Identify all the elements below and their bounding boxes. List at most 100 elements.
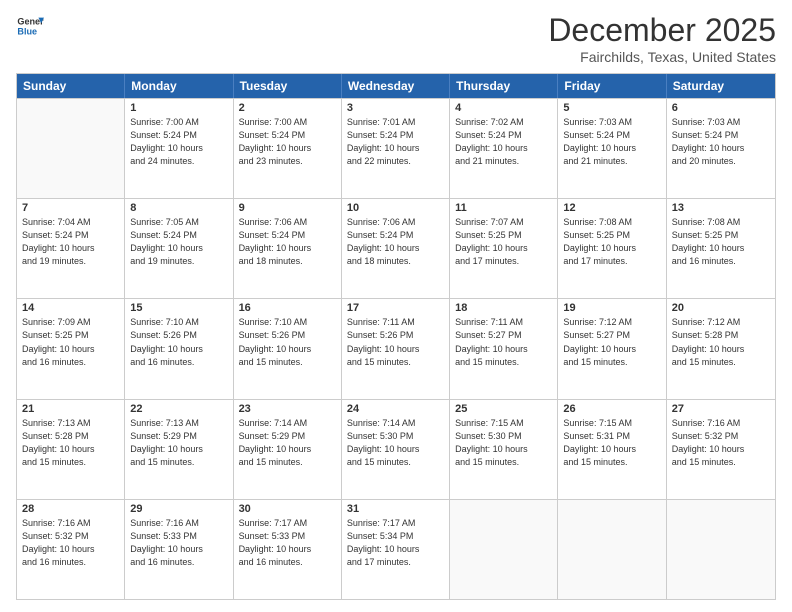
cell-info: Sunrise: 7:14 AMSunset: 5:29 PMDaylight:… (239, 417, 336, 469)
day-header-sunday: Sunday (17, 74, 125, 98)
calendar-cell-18: 18 Sunrise: 7:11 AMSunset: 5:27 PMDayligh… (450, 299, 558, 398)
calendar-row-2: 7 Sunrise: 7:04 AMSunset: 5:24 PMDaylight… (17, 198, 775, 298)
day-header-thursday: Thursday (450, 74, 558, 98)
cell-info: Sunrise: 7:08 AMSunset: 5:25 PMDaylight:… (563, 216, 660, 268)
cell-info: Sunrise: 7:10 AMSunset: 5:26 PMDaylight:… (130, 316, 227, 368)
page: General Blue December 2025 Fairchilds, T… (0, 0, 792, 612)
cell-date-number: 19 (563, 302, 660, 314)
calendar-cell-empty-4-4 (450, 500, 558, 599)
cell-date-number: 23 (239, 403, 336, 415)
cell-date-number: 15 (130, 302, 227, 314)
cell-info: Sunrise: 7:13 AMSunset: 5:29 PMDaylight:… (130, 417, 227, 469)
calendar-header: SundayMondayTuesdayWednesdayThursdayFrid… (17, 74, 775, 98)
cell-date-number: 31 (347, 503, 444, 515)
calendar-cell-9: 9 Sunrise: 7:06 AMSunset: 5:24 PMDaylight… (234, 199, 342, 298)
cell-date-number: 17 (347, 302, 444, 314)
calendar-cell-31: 31 Sunrise: 7:17 AMSunset: 5:34 PMDayligh… (342, 500, 450, 599)
cell-info: Sunrise: 7:03 AMSunset: 5:24 PMDaylight:… (563, 116, 660, 168)
cell-info: Sunrise: 7:07 AMSunset: 5:25 PMDaylight:… (455, 216, 552, 268)
cell-info: Sunrise: 7:01 AMSunset: 5:24 PMDaylight:… (347, 116, 444, 168)
cell-info: Sunrise: 7:00 AMSunset: 5:24 PMDaylight:… (130, 116, 227, 168)
cell-info: Sunrise: 7:15 AMSunset: 5:30 PMDaylight:… (455, 417, 552, 469)
calendar-cell-10: 10 Sunrise: 7:06 AMSunset: 5:24 PMDayligh… (342, 199, 450, 298)
cell-date-number: 27 (672, 403, 770, 415)
cell-date-number: 16 (239, 302, 336, 314)
calendar-row-1: 1 Sunrise: 7:00 AMSunset: 5:24 PMDaylight… (17, 98, 775, 198)
cell-info: Sunrise: 7:17 AMSunset: 5:34 PMDaylight:… (347, 517, 444, 569)
calendar-cell-23: 23 Sunrise: 7:14 AMSunset: 5:29 PMDayligh… (234, 400, 342, 499)
cell-date-number: 5 (563, 102, 660, 114)
cell-date-number: 24 (347, 403, 444, 415)
calendar-cell-27: 27 Sunrise: 7:16 AMSunset: 5:32 PMDayligh… (667, 400, 775, 499)
day-header-saturday: Saturday (667, 74, 775, 98)
cell-date-number: 13 (672, 202, 770, 214)
calendar-cell-30: 30Sunrise: 7:17 AMSunset: 5:33 PMDayligh… (234, 500, 342, 599)
cell-date-number: 9 (239, 202, 336, 214)
cell-date-number: 10 (347, 202, 444, 214)
calendar-body: 1 Sunrise: 7:00 AMSunset: 5:24 PMDaylight… (17, 98, 775, 599)
cell-date-number: 7 (22, 202, 119, 214)
day-header-tuesday: Tuesday (234, 74, 342, 98)
cell-info: Sunrise: 7:16 AMSunset: 5:32 PMDaylight:… (22, 517, 119, 569)
cell-date-number: 2 (239, 102, 336, 114)
cell-info: Sunrise: 7:11 AMSunset: 5:27 PMDaylight:… (455, 316, 552, 368)
day-header-wednesday: Wednesday (342, 74, 450, 98)
cell-info: Sunrise: 7:00 AMSunset: 5:24 PMDaylight:… (239, 116, 336, 168)
cell-date-number: 26 (563, 403, 660, 415)
calendar-cell-15: 15 Sunrise: 7:10 AMSunset: 5:26 PMDayligh… (125, 299, 233, 398)
calendar-cell-25: 25 Sunrise: 7:15 AMSunset: 5:30 PMDayligh… (450, 400, 558, 499)
calendar-cell-empty-4-6 (667, 500, 775, 599)
cell-info: Sunrise: 7:02 AMSunset: 5:24 PMDaylight:… (455, 116, 552, 168)
cell-date-number: 29 (130, 503, 227, 515)
calendar-cell-14: 14 Sunrise: 7:09 AMSunset: 5:25 PMDayligh… (17, 299, 125, 398)
cell-date-number: 18 (455, 302, 552, 314)
calendar-cell-17: 17 Sunrise: 7:11 AMSunset: 5:26 PMDayligh… (342, 299, 450, 398)
title-block: December 2025 Fairchilds, Texas, United … (548, 12, 776, 65)
cell-info: Sunrise: 7:15 AMSunset: 5:31 PMDaylight:… (563, 417, 660, 469)
cell-date-number: 28 (22, 503, 119, 515)
calendar-cell-2: 2 Sunrise: 7:00 AMSunset: 5:24 PMDaylight… (234, 99, 342, 198)
logo: General Blue (16, 12, 44, 40)
cell-info: Sunrise: 7:06 AMSunset: 5:24 PMDaylight:… (239, 216, 336, 268)
calendar-cell-3: 3Sunrise: 7:01 AMSunset: 5:24 PMDaylight… (342, 99, 450, 198)
cell-info: Sunrise: 7:16 AMSunset: 5:33 PMDaylight:… (130, 517, 227, 569)
calendar-row-5: 28 Sunrise: 7:16 AMSunset: 5:32 PMDayligh… (17, 499, 775, 599)
cell-info: Sunrise: 7:05 AMSunset: 5:24 PMDaylight:… (130, 216, 227, 268)
calendar-cell-20: 20Sunrise: 7:12 AMSunset: 5:28 PMDayligh… (667, 299, 775, 398)
cell-date-number: 8 (130, 202, 227, 214)
cell-date-number: 12 (563, 202, 660, 214)
calendar-cell-28: 28 Sunrise: 7:16 AMSunset: 5:32 PMDayligh… (17, 500, 125, 599)
month-title: December 2025 (548, 12, 776, 49)
cell-info: Sunrise: 7:06 AMSunset: 5:24 PMDaylight:… (347, 216, 444, 268)
cell-date-number: 25 (455, 403, 552, 415)
calendar-cell-5: 5 Sunrise: 7:03 AMSunset: 5:24 PMDaylight… (558, 99, 666, 198)
calendar-cell-16: 16 Sunrise: 7:10 AMSunset: 5:26 PMDayligh… (234, 299, 342, 398)
header: General Blue December 2025 Fairchilds, T… (16, 12, 776, 65)
calendar: SundayMondayTuesdayWednesdayThursdayFrid… (16, 73, 776, 600)
calendar-cell-4: 4Sunrise: 7:02 AMSunset: 5:24 PMDaylight… (450, 99, 558, 198)
cell-date-number: 1 (130, 102, 227, 114)
cell-info: Sunrise: 7:11 AMSunset: 5:26 PMDaylight:… (347, 316, 444, 368)
cell-date-number: 14 (22, 302, 119, 314)
calendar-cell-21: 21Sunrise: 7:13 AMSunset: 5:28 PMDayligh… (17, 400, 125, 499)
cell-info: Sunrise: 7:03 AMSunset: 5:24 PMDaylight:… (672, 116, 770, 168)
cell-info: Sunrise: 7:12 AMSunset: 5:27 PMDaylight:… (563, 316, 660, 368)
cell-info: Sunrise: 7:08 AMSunset: 5:25 PMDaylight:… (672, 216, 770, 268)
cell-date-number: 11 (455, 202, 552, 214)
calendar-row-3: 14 Sunrise: 7:09 AMSunset: 5:25 PMDayligh… (17, 298, 775, 398)
calendar-cell-19: 19 Sunrise: 7:12 AMSunset: 5:27 PMDayligh… (558, 299, 666, 398)
day-header-monday: Monday (125, 74, 233, 98)
cell-date-number: 6 (672, 102, 770, 114)
calendar-cell-6: 6 Sunrise: 7:03 AMSunset: 5:24 PMDaylight… (667, 99, 775, 198)
calendar-cell-8: 8 Sunrise: 7:05 AMSunset: 5:24 PMDaylight… (125, 199, 233, 298)
calendar-cell-13: 13 Sunrise: 7:08 AMSunset: 5:25 PMDayligh… (667, 199, 775, 298)
cell-info: Sunrise: 7:10 AMSunset: 5:26 PMDaylight:… (239, 316, 336, 368)
cell-info: Sunrise: 7:16 AMSunset: 5:32 PMDaylight:… (672, 417, 770, 469)
calendar-cell-1: 1 Sunrise: 7:00 AMSunset: 5:24 PMDaylight… (125, 99, 233, 198)
cell-info: Sunrise: 7:04 AMSunset: 5:24 PMDaylight:… (22, 216, 119, 268)
cell-date-number: 30 (239, 503, 336, 515)
cell-info: Sunrise: 7:09 AMSunset: 5:25 PMDaylight:… (22, 316, 119, 368)
day-header-friday: Friday (558, 74, 666, 98)
logo-icon: General Blue (16, 12, 44, 40)
calendar-cell-26: 26 Sunrise: 7:15 AMSunset: 5:31 PMDayligh… (558, 400, 666, 499)
